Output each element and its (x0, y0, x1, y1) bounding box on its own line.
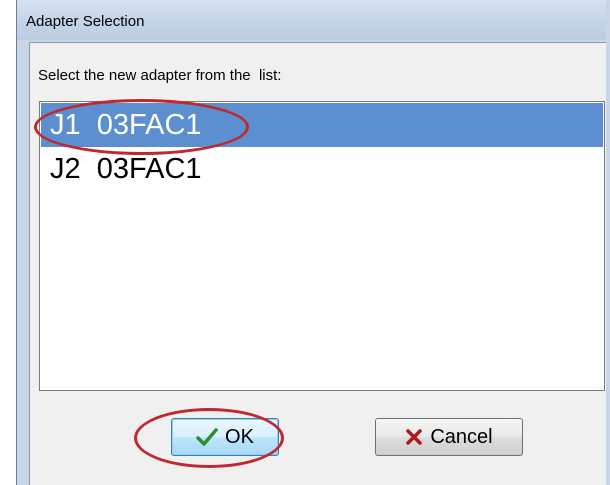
adapter-selection-dialog: Adapter Selection Select the new adapter… (16, 0, 610, 485)
checkmark-icon (196, 428, 218, 446)
cancel-button-label: Cancel (430, 425, 493, 448)
cancel-button[interactable]: Cancel (375, 418, 523, 456)
instruction-label: Select the new adapter from the list: (38, 67, 282, 84)
window-edge (606, 0, 610, 485)
adapter-listbox[interactable]: J1 03FAC1 J2 03FAC1 (39, 101, 605, 391)
adapter-list-item[interactable]: J1 03FAC1 (41, 103, 603, 147)
window-title: Adapter Selection (26, 13, 145, 30)
title-bar[interactable]: Adapter Selection (17, 0, 610, 40)
ok-button-label: OK (225, 425, 254, 448)
ok-button[interactable]: OK (171, 418, 279, 456)
dialog-body: Select the new adapter from the list: J1… (29, 42, 610, 485)
x-icon (405, 428, 423, 446)
adapter-list-item[interactable]: J2 03FAC1 (41, 147, 603, 191)
